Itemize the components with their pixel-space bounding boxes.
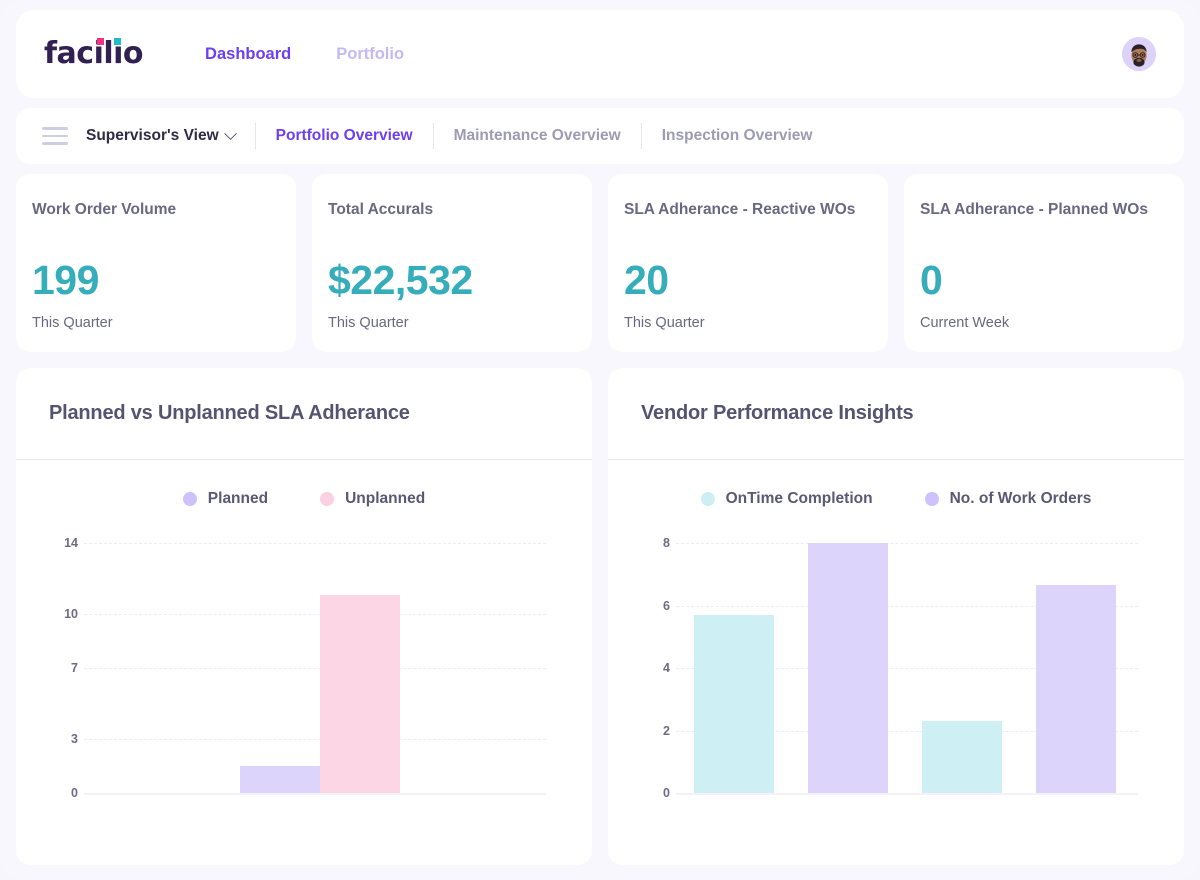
kpi-period: This Quarter	[624, 315, 705, 331]
legend-label: Unplanned	[345, 490, 425, 508]
chart-bar[interactable]	[320, 595, 400, 793]
kpi-card-sla-adherance-reactive[interactable]: SLA Adherance - Reactive WOs 20 This Qua…	[608, 174, 888, 352]
chart-plot-area: 0 2 4 6 8	[608, 538, 1184, 848]
kpi-title: Total Accurals	[328, 198, 576, 222]
y-axis-tick-label: 14	[42, 536, 78, 550]
kpi-card-total-accurals[interactable]: Total Accurals $22,532 This Quarter	[312, 174, 592, 352]
legend-item-unplanned[interactable]: Unplanned	[320, 490, 425, 508]
avatar-face-icon	[1122, 37, 1156, 71]
user-avatar[interactable]	[1122, 37, 1156, 71]
facilio-logo[interactable]: facilio	[44, 39, 143, 69]
chart-gridline	[84, 668, 546, 669]
kpi-period: Current Week	[920, 315, 1009, 331]
chart-gridline	[84, 614, 546, 615]
chart-header: Planned vs Unplanned SLA Adherance	[16, 368, 592, 460]
chart-legend: OnTime Completion No. of Work Orders	[608, 460, 1184, 538]
chart-gridline	[676, 543, 1138, 544]
charts-row: Planned vs Unplanned SLA Adherance Plann…	[16, 368, 1184, 865]
nav-item-dashboard[interactable]: Dashboard	[205, 45, 291, 64]
chart-bar[interactable]	[1036, 585, 1116, 793]
chart-title: Planned vs Unplanned SLA Adherance	[49, 402, 410, 425]
legend-item-no-of-work-orders[interactable]: No. of Work Orders	[925, 490, 1092, 508]
hamburger-icon[interactable]	[42, 127, 68, 145]
kpi-value: 199	[32, 260, 99, 301]
legend-label: No. of Work Orders	[950, 490, 1092, 508]
divider	[255, 123, 256, 149]
hamburger-line	[42, 127, 68, 130]
logo-dot-teal-icon	[114, 38, 121, 45]
y-axis-tick-label: 7	[42, 661, 78, 675]
chart-bar[interactable]	[922, 721, 1002, 793]
y-axis-tick-label: 0	[634, 786, 670, 800]
nav-item-portfolio[interactable]: Portfolio	[336, 45, 404, 64]
chart-gridline	[84, 739, 546, 740]
legend-label: OnTime Completion	[726, 490, 873, 508]
chart-legend: Planned Unplanned	[16, 460, 592, 538]
kpi-value: 0	[920, 260, 942, 301]
view-selector-dropdown[interactable]: Supervisor's View	[86, 127, 235, 145]
logo-dot-pink-icon	[97, 38, 104, 45]
divider	[641, 123, 642, 149]
y-axis-tick-label: 2	[634, 724, 670, 738]
y-axis-tick-label: 6	[634, 599, 670, 613]
kpi-period: This Quarter	[328, 315, 409, 331]
app-window: facilio Dashboard Portfolio	[0, 0, 1200, 880]
top-header-bar: facilio Dashboard Portfolio	[16, 10, 1184, 98]
hamburger-line	[42, 142, 68, 145]
primary-nav: Dashboard Portfolio	[205, 45, 404, 64]
legend-color-swatch-icon	[701, 492, 715, 506]
chart-gridline	[84, 543, 546, 544]
chart-header: Vendor Performance Insights	[608, 368, 1184, 460]
hamburger-line	[42, 135, 68, 138]
chart-card-vendor-performance: Vendor Performance Insights OnTime Compl…	[608, 368, 1184, 865]
tab-portfolio-overview[interactable]: Portfolio Overview	[276, 127, 413, 145]
chart-baseline	[84, 793, 546, 795]
legend-color-swatch-icon	[925, 492, 939, 506]
y-axis-tick-label: 10	[42, 607, 78, 621]
tab-inspection-overview[interactable]: Inspection Overview	[662, 127, 813, 145]
legend-item-ontime-completion[interactable]: OnTime Completion	[701, 490, 873, 508]
tab-maintenance-overview[interactable]: Maintenance Overview	[454, 127, 621, 145]
chart-plot-area: 0 3 7 10 14	[16, 538, 592, 848]
y-axis-tick-label: 0	[42, 786, 78, 800]
legend-label: Planned	[208, 490, 268, 508]
legend-item-planned[interactable]: Planned	[183, 490, 268, 508]
kpi-card-sla-adherance-planned[interactable]: SLA Adherance - Planned WOs 0 Current We…	[904, 174, 1184, 352]
kpi-value: 20	[624, 260, 669, 301]
view-selector-label: Supervisor's View	[86, 127, 219, 145]
chart-bar[interactable]	[694, 615, 774, 793]
kpi-title: Work Order Volume	[32, 198, 280, 222]
kpi-card-work-order-volume[interactable]: Work Order Volume 199 This Quarter	[16, 174, 296, 352]
chart-card-planned-vs-unplanned: Planned vs Unplanned SLA Adherance Plann…	[16, 368, 592, 865]
kpi-period: This Quarter	[32, 315, 113, 331]
legend-color-swatch-icon	[320, 492, 334, 506]
kpi-title: SLA Adherance - Reactive WOs	[624, 198, 872, 222]
kpi-title: SLA Adherance - Planned WOs	[920, 198, 1168, 222]
chart-baseline	[676, 793, 1138, 795]
chevron-down-icon	[224, 127, 237, 140]
logo-text: facilio	[44, 36, 143, 71]
chart-title: Vendor Performance Insights	[641, 402, 913, 425]
chart-bar[interactable]	[240, 766, 320, 793]
y-axis-tick-label: 4	[634, 661, 670, 675]
y-axis-tick-label: 3	[42, 732, 78, 746]
kpi-value: $22,532	[328, 260, 473, 301]
divider	[433, 123, 434, 149]
kpi-card-row: Work Order Volume 199 This Quarter Total…	[16, 174, 1184, 352]
chart-bar[interactable]	[808, 543, 888, 793]
secondary-nav-bar: Supervisor's View Portfolio Overview Mai…	[16, 108, 1184, 164]
y-axis-tick-label: 8	[634, 536, 670, 550]
legend-color-swatch-icon	[183, 492, 197, 506]
